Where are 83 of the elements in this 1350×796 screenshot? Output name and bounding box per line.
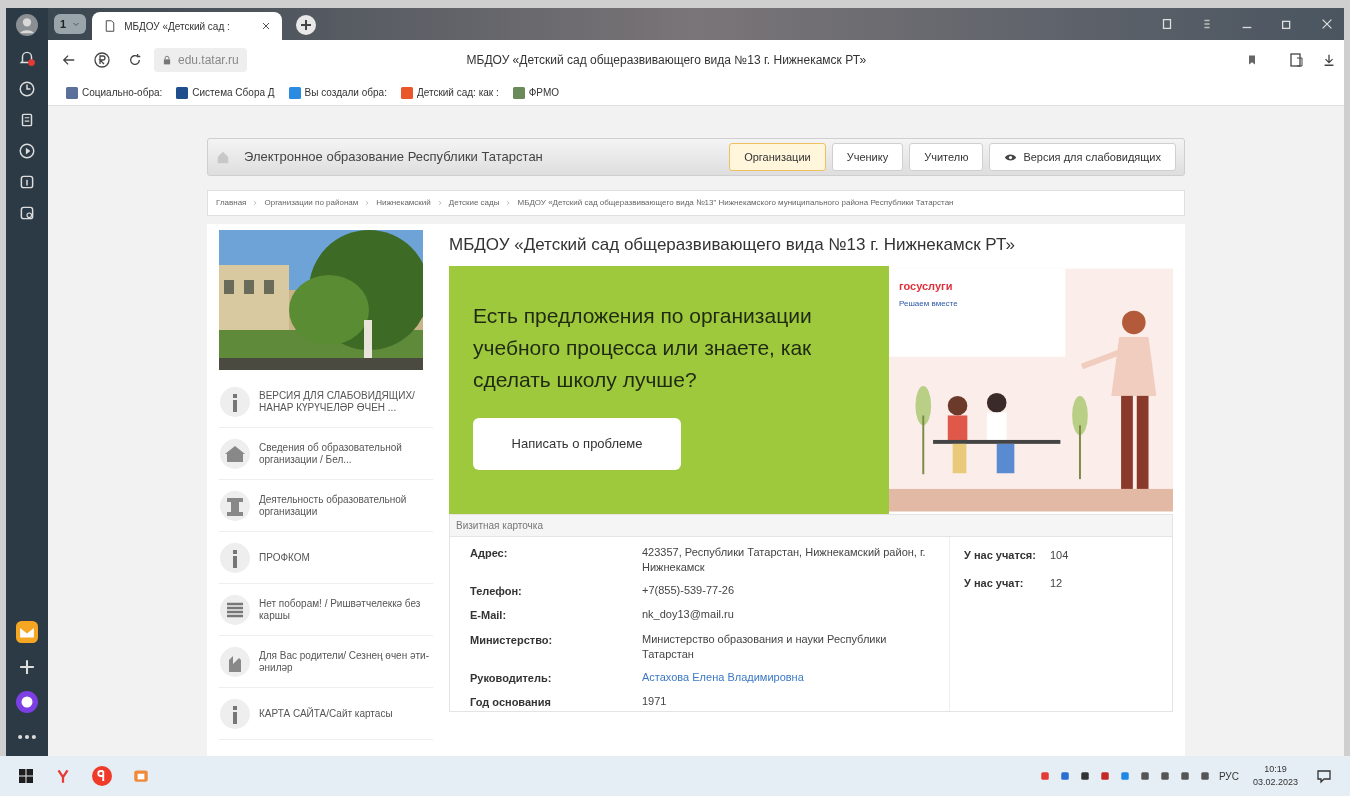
banner-heading: Есть предложения по организации учебного процесса или знаете, как сделать школу лучше? <box>473 302 813 393</box>
director-link[interactable]: Астахова Елена Владимировна <box>642 669 929 686</box>
bookmark-link[interactable]: Система Сбора Д <box>176 85 275 100</box>
list-icon <box>219 593 251 626</box>
nav-tab[interactable]: Организации <box>729 143 826 171</box>
nav-tab[interactable]: Ученику <box>831 143 904 171</box>
browser-tab[interactable]: МБДОУ «Детский сад : <box>92 12 283 40</box>
chevron-icon <box>252 198 259 207</box>
sidebar-menu-item[interactable]: Деятельность образовательной организации <box>219 480 433 532</box>
chevron-icon <box>505 198 512 207</box>
bookmark-link[interactable]: Вы создали обра: <box>288 85 387 100</box>
bell-icon[interactable] <box>18 49 36 67</box>
search-app-icon[interactable] <box>92 766 112 786</box>
nav-tab[interactable]: Учителю <box>909 143 984 171</box>
field-label: E-Mail: <box>470 608 508 623</box>
info-icon <box>219 697 251 730</box>
clock-time[interactable]: 10:19 <box>1264 762 1287 776</box>
breadcrumb-link[interactable]: Главная <box>216 198 247 207</box>
sidebar-menu-item[interactable]: Нет поборам! / Ришвәтчелеккә без каршы <box>219 584 433 636</box>
info-icon <box>219 541 251 574</box>
field-label: Телефон: <box>470 583 523 599</box>
pillar-icon <box>219 489 251 522</box>
field-value: +7(855)-539-77-26 <box>642 582 736 598</box>
clock-date[interactable]: 03.02.2023 <box>1252 776 1298 790</box>
field-label: Адрес: <box>470 545 509 561</box>
card-title: Визитная карточка <box>450 514 1172 537</box>
info-icon <box>219 385 251 418</box>
nav-tab[interactable]: Версия для слабовидящих <box>989 143 1176 171</box>
field-label: Руководитель: <box>470 670 553 686</box>
mail-app-icon[interactable] <box>16 621 38 643</box>
bookmark-link[interactable]: Социально-обра: <box>66 85 163 100</box>
start-icon[interactable] <box>18 768 34 784</box>
breadcrumb-link[interactable]: Организации по районам <box>264 198 359 207</box>
reload-icon[interactable] <box>128 53 142 67</box>
field-value: Министерство образования и науки Республики Татарстан <box>642 631 888 662</box>
field-label: Министерство: <box>470 632 554 648</box>
brand-label: госуслуги <box>899 278 953 294</box>
avatar-icon[interactable] <box>16 14 38 36</box>
sidebar-menu-item[interactable]: Сведения об образовательной организации / Бел... <box>219 428 433 480</box>
sidebar-menu-item[interactable]: Для Вас родители/ Сезнең өчен әти-әниләр <box>219 636 433 688</box>
sidebar-menu-item[interactable]: КАРТА САЙТА/Сайт картасы <box>219 688 433 740</box>
clock-icon[interactable] <box>18 80 36 98</box>
slogan-label: Решаем вместе <box>899 297 958 310</box>
site-title: Электронное образование Республики Татарстан <box>244 148 544 167</box>
breadcrumb-link[interactable]: МБДОУ «Детский сад общеразвивающего вида №13" Нижнекамского муниципального района Республики Татарстан <box>517 198 954 207</box>
notifications-icon[interactable] <box>1316 768 1332 784</box>
caret-icon <box>72 20 81 28</box>
building-icon <box>219 437 251 470</box>
chevron-icon <box>436 198 443 207</box>
chevron-icon <box>364 198 371 207</box>
stat-label: У нас учатся: <box>964 547 1036 563</box>
new-tab-icon[interactable] <box>296 15 317 35</box>
tablet-icon[interactable] <box>1288 52 1304 68</box>
page-icon <box>104 20 117 32</box>
bookmark-link[interactable]: Детский сад: как : <box>400 85 499 100</box>
browser-logo-icon[interactable] <box>94 52 110 68</box>
field-value: nk_doy13@mail.ru <box>642 607 735 622</box>
sidebar-menu-item[interactable]: ПРОФКОМ <box>219 532 433 584</box>
bookmark-icon[interactable] <box>1246 54 1258 66</box>
bookmark-link[interactable]: ФРМО <box>512 85 560 100</box>
back-icon[interactable] <box>62 53 76 67</box>
field-label: Год основания <box>470 695 552 710</box>
lock-icon <box>162 55 172 65</box>
window-icon[interactable] <box>1160 17 1174 31</box>
image-icon[interactable] <box>18 204 36 222</box>
tabs-icon[interactable] <box>18 173 36 191</box>
breadcrumb-link[interactable]: Нижнекамский <box>376 198 431 207</box>
assistant-icon[interactable] <box>16 691 38 713</box>
stat-value: 104 <box>1049 547 1069 563</box>
tab-counter-button[interactable]: 1 <box>54 14 87 34</box>
field-value: 423357, Республики Татарстан, Нижнекамский район, г. Нижнекамск <box>642 544 927 575</box>
stat-label: У нас учат: <box>964 576 1025 591</box>
page-title: МБДОУ «Детский сад общеразвивающего вида №13 г. Нижнекамск РТ» <box>466 52 867 69</box>
report-problem-button[interactable]: Написать о проблеме <box>473 417 681 470</box>
organization-title: МБДОУ «Детский сад общеразвивающего вида №13 г. Нижнекамск РТ» <box>449 234 1017 256</box>
sidebar-menu-item[interactable]: ВЕРСИЯ ДЛЯ СЛАБОВИДЯЩИХ/НАНАР КҮРҮЧЕЛӘР ӨЧЕН ... <box>219 376 433 428</box>
field-value: 1971 <box>642 694 668 709</box>
breadcrumb-link[interactable]: Детские сады <box>448 198 500 207</box>
close-icon[interactable] <box>262 22 271 30</box>
play-icon[interactable] <box>18 142 36 160</box>
download-icon[interactable] <box>1322 53 1336 67</box>
language-indicator[interactable]: РУС <box>1218 768 1239 784</box>
stat-value: 12 <box>1049 576 1064 591</box>
